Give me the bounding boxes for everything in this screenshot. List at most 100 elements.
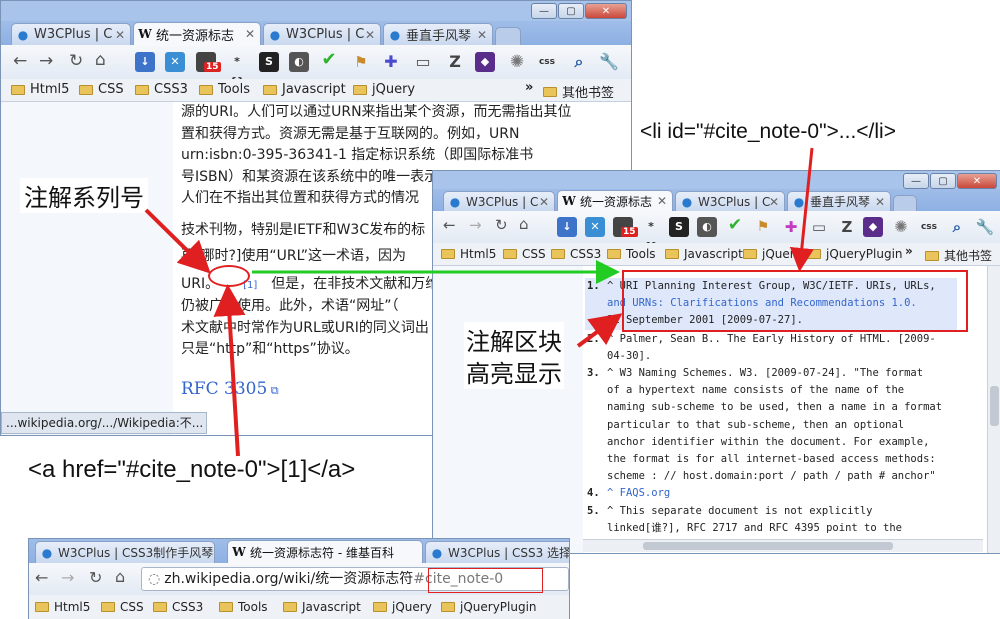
close-tab-icon[interactable]: ✕ [657,194,667,208]
tab-w3cplus-2[interactable]: ● W3CPlus | C ✕ [675,191,785,211]
tab-wikipedia[interactable]: W 统一资源标志符 - 维基百科 [227,540,423,563]
tab-wikipedia[interactable]: W 统一资源标志 ✕ [133,22,261,45]
home-icon[interactable]: ⌂ [95,50,106,70]
z-icon[interactable]: Z [445,52,465,72]
bookmark-jquery[interactable]: jQuery [353,82,415,97]
forward-arrow-icon[interactable]: → [469,216,482,234]
clock-badge-icon[interactable]: 15 [196,52,221,72]
bookmark-tools[interactable]: Tools [607,247,656,261]
bookmark-css3[interactable]: CSS3 [135,82,188,97]
close-window-button[interactable]: ✕ [585,3,627,19]
bookmark-css3[interactable]: CSS3 [551,247,601,261]
css-icon[interactable]: css [537,52,557,72]
gear-icon[interactable]: ✺ [507,52,527,72]
tab-accordion[interactable]: ● 垂直手风琴 ✕ [383,23,493,45]
bookmark-other[interactable]: 其他书签 [543,82,614,101]
gear-icon[interactable]: ✺ [891,217,911,237]
bookmark-css[interactable]: CSS [503,247,546,261]
check-icon[interactable]: ✔ [319,50,339,70]
braces-icon[interactable]: *{} [641,217,661,253]
wrench-icon[interactable]: 🔧 [599,52,619,72]
new-tab-button[interactable] [495,27,521,45]
bookmark-html5[interactable]: Html5 [441,247,496,261]
close-window-button[interactable]: ✕ [957,173,997,189]
back-arrow-icon[interactable]: ← [35,568,48,587]
tab-wikipedia[interactable]: W 统一资源标志 ✕ [557,190,673,211]
maximize-button[interactable]: ▢ [930,173,956,189]
reference-line[interactable]: ^ FAQS.org [607,485,987,502]
home-icon[interactable]: ⌂ [519,215,529,233]
flag-icon[interactable]: ⚑ [351,52,371,72]
flag-icon[interactable]: ⚑ [753,217,773,237]
s-icon[interactable]: S [669,217,689,237]
tab-accordion[interactable]: ● 垂直手风琴 ✕ [787,191,891,211]
bookmark-css[interactable]: CSS [101,600,144,614]
horizontal-scrollbar[interactable] [583,539,983,552]
s-icon[interactable]: S [259,52,279,72]
home-icon[interactable]: ⌂ [115,567,125,586]
bookmarks-overflow[interactable]: » [905,244,913,258]
bookmark-html5[interactable]: Html5 [35,600,90,614]
mask-icon[interactable]: ◐ [289,52,309,72]
reload-icon[interactable]: ↻ [69,51,83,71]
graph-icon[interactable]: ◆ [475,52,495,72]
bookmark-css3[interactable]: CSS3 [153,600,203,614]
reload-icon[interactable]: ↻ [89,568,102,587]
crop-icon[interactable]: ▭ [809,217,829,237]
forward-arrow-icon[interactable]: → [39,51,53,71]
bookmark-javascript[interactable]: Javascript [263,82,346,97]
tab-w3cplus-1[interactable]: ● W3CPlus | C ✕ [443,191,555,211]
puzzle-icon[interactable]: ✕ [165,52,185,72]
tab-w3cplus-2[interactable]: ● W3CPlus | C ✕ [263,23,381,45]
bookmark-javascript[interactable]: Javascript [283,600,361,614]
bookmark-javascript[interactable]: Javascript [665,247,743,261]
vertical-scrollbar[interactable] [987,266,1000,553]
scrollbar-thumb[interactable] [643,542,893,550]
close-tab-icon[interactable]: ✕ [769,195,779,209]
tab-w3cplus-2[interactable]: ● W3CPlus | CSS3 选择 [425,541,569,563]
css-icon[interactable]: css [919,217,939,237]
tab-w3cplus-1[interactable]: ● W3CPlus | C ✕ [11,23,131,45]
magnifier-icon[interactable]: ⌕ [569,52,589,72]
magnifier-icon[interactable]: ⌕ [947,217,967,237]
mask-icon[interactable]: ◐ [697,217,717,237]
clock-badge-icon[interactable]: 15 [613,217,638,237]
bookmark-html5[interactable]: Html5 [11,82,69,97]
download-icon[interactable]: ↓ [135,52,155,72]
bookmark-tools[interactable]: Tools [199,82,250,97]
back-arrow-icon[interactable]: ← [13,51,27,71]
target-icon[interactable]: ✚ [781,217,801,237]
tab-w3cplus-1[interactable]: ● W3CPlus | CSS3制作手风琴 [35,541,215,563]
braces-icon[interactable]: *{} [227,52,247,88]
bookmark-jqueryplugin[interactable]: jQueryPlugin [441,600,537,614]
download-icon[interactable]: ↓ [557,217,577,237]
close-tab-icon[interactable]: ✕ [365,28,375,42]
minimize-button[interactable]: — [531,3,557,19]
bookmark-css[interactable]: CSS [79,82,124,97]
minimize-button[interactable]: — [903,173,929,189]
z-icon[interactable]: Z [837,217,857,237]
target-icon[interactable]: ✚ [381,52,401,72]
check-icon[interactable]: ✔ [725,215,745,235]
scrollbar-thumb[interactable] [990,386,999,426]
close-tab-icon[interactable]: ✕ [477,28,487,42]
graph-icon[interactable]: ◆ [863,217,883,237]
close-tab-icon[interactable]: ✕ [539,195,549,209]
close-tab-icon[interactable]: ✕ [875,195,885,209]
bookmark-jqueryplugin[interactable]: jQueryPlugin [807,247,903,261]
maximize-button[interactable]: ▢ [558,3,584,19]
new-tab-button[interactable] [893,195,917,211]
puzzle-icon[interactable]: ✕ [585,217,605,237]
bookmark-tools[interactable]: Tools [219,600,268,614]
bookmarks-overflow[interactable]: » [525,80,533,95]
bookmark-jquery[interactable]: jQuery [743,247,802,261]
bookmark-other[interactable]: 其他书签 [925,247,992,264]
forward-arrow-icon[interactable]: → [61,568,74,587]
close-tab-icon[interactable]: ✕ [245,27,255,41]
close-tab-icon[interactable]: ✕ [115,28,125,42]
wrench-icon[interactable]: 🔧 [975,217,995,237]
reload-icon[interactable]: ↻ [495,216,508,234]
back-arrow-icon[interactable]: ← [443,216,456,234]
bookmark-jquery[interactable]: jQuery [373,600,432,614]
crop-icon[interactable]: ▭ [413,52,433,72]
